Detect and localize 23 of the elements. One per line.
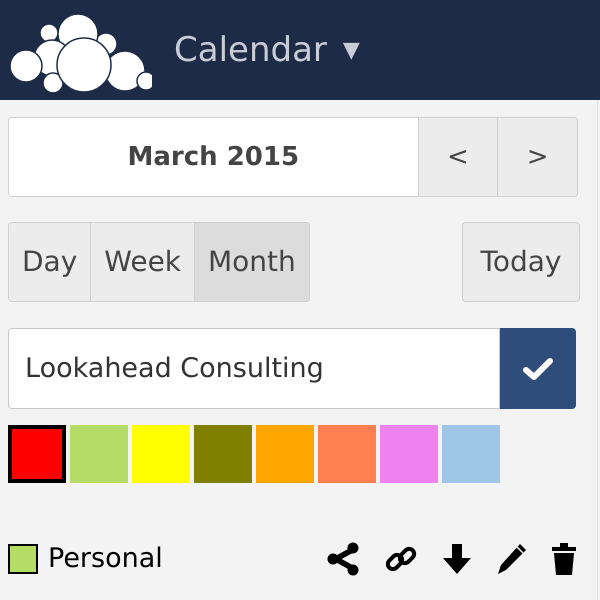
color-swatch[interactable]: [318, 425, 376, 483]
calendar-name-field[interactable]: Lookahead Consulting: [8, 328, 500, 409]
color-swatch[interactable]: [380, 425, 438, 483]
color-swatch[interactable]: [194, 425, 252, 483]
app-menu-button[interactable]: Calendar ▼: [174, 24, 360, 76]
current-period: March 2015: [9, 118, 418, 196]
view-tab[interactable]: Day: [9, 223, 90, 301]
trash-icon[interactable]: [550, 542, 578, 576]
checkmark-icon: [523, 356, 553, 380]
today-button[interactable]: Today: [462, 222, 580, 302]
calendar-name[interactable]: Personal: [48, 539, 163, 580]
view-tab[interactable]: Month: [194, 223, 309, 301]
view-tab[interactable]: Week: [90, 223, 194, 301]
color-swatch[interactable]: [8, 425, 66, 483]
pencil-icon[interactable]: [496, 542, 528, 576]
next-button[interactable]: >: [497, 118, 577, 196]
color-swatch[interactable]: [70, 425, 128, 483]
color-swatch[interactable]: [442, 425, 500, 483]
download-icon[interactable]: [440, 542, 474, 576]
color-swatch[interactable]: [132, 425, 190, 483]
previous-button[interactable]: <: [418, 118, 498, 196]
confirm-button[interactable]: [500, 328, 576, 409]
color-swatch[interactable]: [256, 425, 314, 483]
